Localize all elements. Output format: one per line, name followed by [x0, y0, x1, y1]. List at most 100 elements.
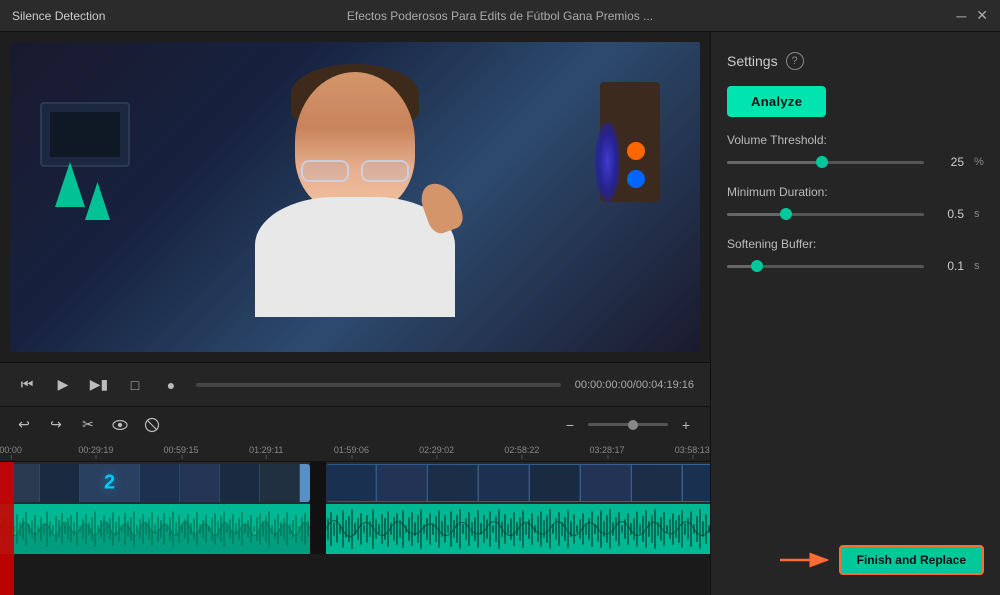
timecode: 00:00:00:00/00:04:19:16 [575, 379, 694, 391]
volume-threshold-row: 25 % [727, 155, 984, 169]
left-panel: ⏮ ▶ ▶▮ □ ● 00:00:00:00/00:04:19:16 ↩ ↪ ✂ [0, 32, 710, 595]
ruler-mark-4: 01:59:06 [334, 445, 369, 455]
bg-monitor [40, 102, 130, 167]
window-controls: ─ ✕ [956, 7, 988, 24]
softening-buffer-unit: s [974, 260, 984, 272]
zoom-thumb[interactable] [628, 420, 638, 430]
clip-thumb-s6 [581, 465, 631, 501]
analyze-button[interactable]: Analyze [727, 86, 826, 117]
timeline-tracks: 2 [0, 462, 710, 595]
video-thumbnail [10, 42, 700, 352]
playback-controls: ⏮ ▶ ▶▮ □ ● 00:00:00:00/00:04:19:16 [0, 362, 710, 406]
person-head [295, 72, 415, 212]
bg-shape1 [55, 162, 85, 207]
close-button[interactable]: ✕ [976, 7, 988, 24]
mute-button[interactable] [142, 415, 162, 435]
volume-threshold-slider[interactable] [727, 161, 924, 164]
bg-light [595, 122, 620, 202]
progress-bar[interactable] [196, 383, 561, 387]
zoom-out-button[interactable]: − [560, 415, 580, 435]
minimum-duration-row: 0.5 s [727, 207, 984, 221]
help-icon[interactable]: ? [786, 52, 804, 70]
redo-button[interactable]: ↪ [46, 415, 66, 435]
settings-header: Settings ? [727, 52, 984, 70]
volume-threshold-value: 25 [934, 155, 964, 169]
timeline: 00:00 00:29:19 00:59:15 01:29:11 01:59:0… [0, 442, 710, 595]
minimum-duration-thumb[interactable] [780, 208, 792, 220]
title-bar: Silence Detection Efectos Poderosos Para… [0, 0, 1000, 32]
volume-threshold-fill [727, 161, 822, 164]
minimize-button[interactable]: ─ [956, 8, 966, 24]
stop-button[interactable]: ▶▮ [88, 374, 110, 396]
softening-buffer-row: 0.1 s [727, 259, 984, 273]
clip-thumb-s4 [479, 465, 529, 501]
cut-button[interactable]: ✂ [78, 415, 98, 435]
bg-shape2 [85, 182, 110, 220]
video-preview [10, 42, 700, 352]
ruler-mark-0: 00:00 [0, 445, 22, 455]
volume-threshold-unit: % [974, 156, 984, 168]
ruler-mark-1: 00:29:19 [78, 445, 113, 455]
zoom-slider[interactable] [588, 423, 668, 426]
softening-buffer-thumb[interactable] [751, 260, 763, 272]
volume-threshold-thumb[interactable] [816, 156, 828, 168]
ruler-mark-6: 02:58:22 [504, 445, 539, 455]
clip-thumb-5 [180, 464, 220, 502]
clip-thumb-6 [220, 464, 260, 502]
minimum-duration-label: Minimum Duration: [727, 185, 984, 199]
minimum-duration-fill [727, 213, 786, 216]
play-button[interactable]: ▶ [52, 374, 74, 396]
softening-buffer-slider[interactable] [727, 265, 924, 268]
finish-area: Finish and Replace [727, 545, 984, 575]
timeline-left-tools: ↩ ↪ ✂ [14, 415, 162, 435]
softening-buffer-value: 0.1 [934, 259, 964, 273]
clip-gap-video [310, 462, 326, 504]
ruler-mark-5: 02:29:02 [419, 445, 454, 455]
minimum-duration-unit: s [974, 208, 984, 220]
video-clip-2[interactable] [326, 464, 710, 502]
ruler-mark-2: 00:59:15 [164, 445, 199, 455]
timeline-ruler: 00:00 00:29:19 00:59:15 01:29:11 01:59:0… [0, 442, 710, 462]
timeline-right-tools: − + [560, 415, 696, 435]
video-track: 2 [0, 462, 710, 504]
zoom-in-button[interactable]: + [676, 415, 696, 435]
arrow-icon [775, 548, 835, 572]
clip-thumb-s8 [683, 465, 710, 501]
bg-dot1 [627, 142, 645, 160]
minimum-duration-value: 0.5 [934, 207, 964, 221]
volume-threshold-group: Volume Threshold: 25 % [727, 133, 984, 169]
undo-button[interactable]: ↩ [14, 415, 34, 435]
audio-waveform-2 [326, 504, 710, 554]
right-panel: Settings ? Analyze Volume Threshold: 25 … [710, 32, 1000, 595]
minimum-duration-group: Minimum Duration: 0.5 s [727, 185, 984, 221]
clip-thumb-2 [40, 464, 80, 502]
audio-waveform-1: /* bars generated below */ [0, 504, 310, 554]
step-back-button[interactable]: ⏮ [16, 374, 38, 396]
clip-thumb-s5 [530, 465, 580, 501]
clip-thumb-s7 [632, 465, 682, 501]
clip-number: 2 [104, 472, 115, 495]
spacer [727, 289, 984, 521]
app-title: Silence Detection [12, 9, 105, 23]
clip-thumb-7 [260, 464, 300, 502]
clip-thumb-4 [140, 464, 180, 502]
finish-and-replace-button[interactable]: Finish and Replace [839, 545, 984, 575]
main-layout: ⏮ ▶ ▶▮ □ ● 00:00:00:00/00:04:19:16 ↩ ↪ ✂ [0, 32, 1000, 595]
timeline-toolbar: ↩ ↪ ✂ − [0, 406, 710, 442]
person-glasses [296, 160, 414, 180]
video-clip-1[interactable]: 2 [0, 464, 310, 502]
ruler-mark-8: 03:58:13 [675, 445, 710, 455]
volume-threshold-label: Volume Threshold: [727, 133, 984, 147]
video-title: Efectos Poderosos Para Edits de Fútbol G… [347, 9, 653, 23]
clip-thumb-s1 [326, 465, 376, 501]
record-button[interactable]: ● [160, 374, 182, 396]
audio-track: /* bars generated below */ [0, 504, 710, 554]
settings-label: Settings [727, 53, 778, 69]
clip-thumb-3: 2 [80, 464, 140, 502]
minimum-duration-slider[interactable] [727, 213, 924, 216]
clip-thumb-s2 [377, 465, 427, 501]
softening-buffer-label: Softening Buffer: [727, 237, 984, 251]
loop-button[interactable]: □ [124, 374, 146, 396]
ruler-mark-7: 03:28:17 [590, 445, 625, 455]
eye-button[interactable] [110, 415, 130, 435]
